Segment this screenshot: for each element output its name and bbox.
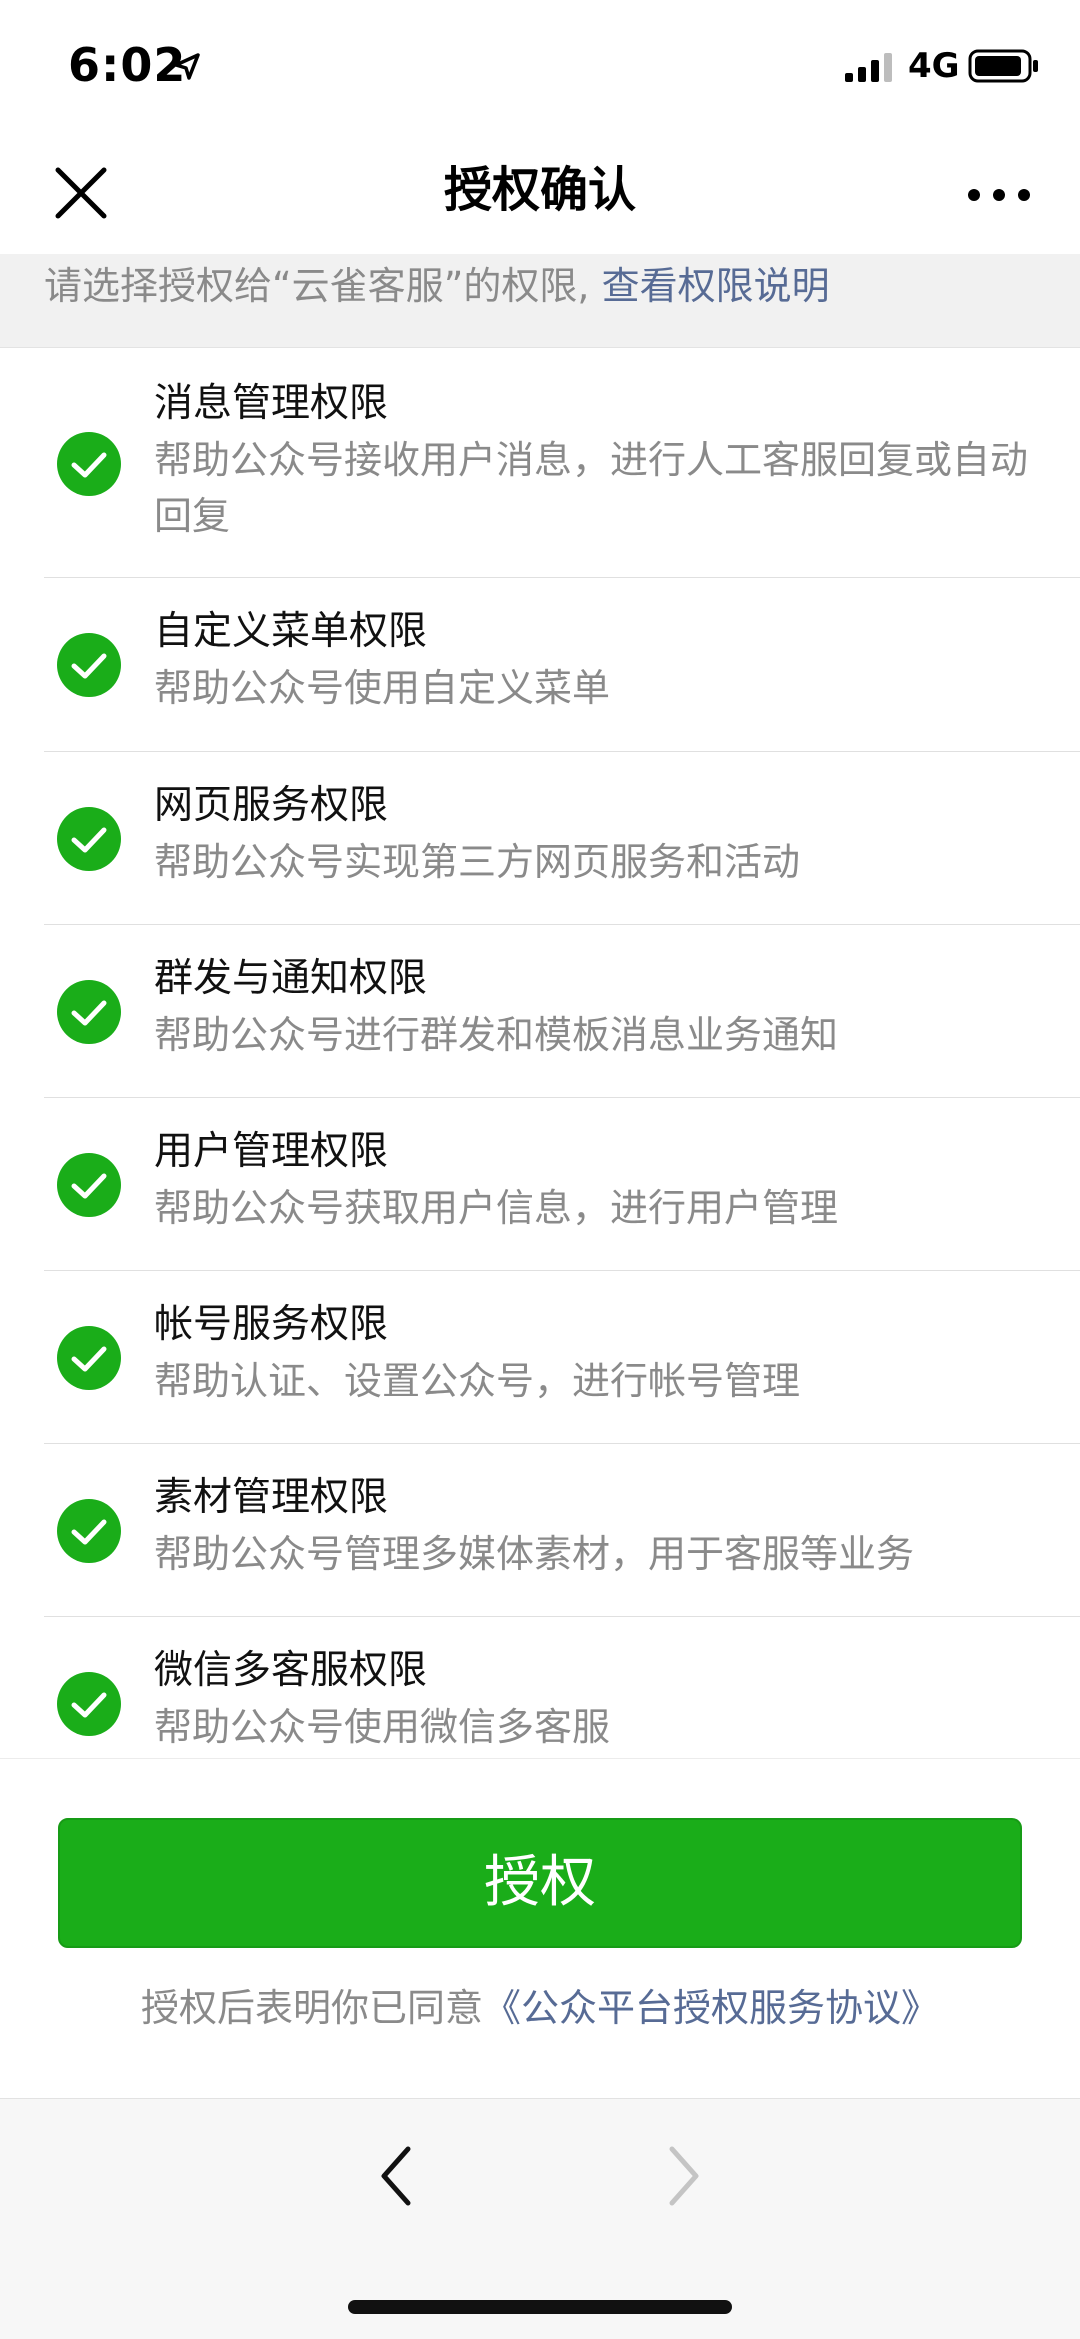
network-type: 4G [908,46,960,86]
signal-strength-icon [845,53,892,82]
page-title: 授权确认 [443,162,636,218]
permission-desc: 帮助公众号实现第三方网页服务和活动 [154,840,801,884]
check-circle-icon[interactable] [56,1152,122,1218]
permission-title: 帐号服务权限 [154,1302,389,1347]
check-circle-icon[interactable] [56,431,122,497]
authorize-button[interactable]: 授权 [58,1818,1022,1948]
check-circle-icon[interactable] [56,632,122,698]
permission-desc: 帮助公众号接收用户消息，进行人工客服回复或自动回复 [154,438,1029,538]
permission-title: 微信多客服权限 [154,1648,428,1693]
home-indicator[interactable] [348,2300,732,2314]
permission-title: 网页服务权限 [154,783,389,828]
view-permission-details-link[interactable]: 查看权限说明 [602,264,830,308]
authorization-page: 6:02 4G 授权确认 请选择授权给“云雀客服”的权限, 查看权限说明 消息管… [0,0,1080,2339]
nav-bar: 授权确认 [0,130,1080,254]
permission-list: 消息管理权限 帮助公众号接收用户消息，进行人工客服回复或自动回复 自定义菜单权限… [0,348,1080,1758]
battery-icon [968,49,1038,83]
check-circle-icon[interactable] [56,1498,122,1564]
more-dots-icon[interactable] [964,170,1034,220]
check-circle-icon[interactable] [56,1671,122,1737]
permission-item-user-management[interactable]: 用户管理权限 帮助公众号获取用户信息，进行用户管理 [0,1098,1080,1271]
permission-title: 自定义菜单权限 [154,609,428,654]
agreement-line: 授权后表明你已同意《公众平台授权服务协议》 [0,1980,1080,2036]
service-agreement-link[interactable]: 《公众平台授权服务协议》 [483,1986,939,2030]
status-bar: 6:02 4G [0,0,1080,130]
permission-title: 消息管理权限 [154,381,389,426]
check-circle-icon[interactable] [56,979,122,1045]
permission-title: 用户管理权限 [154,1129,389,1174]
permission-item-account-service[interactable]: 帐号服务权限 帮助认证、设置公众号，进行帐号管理 [0,1271,1080,1444]
permission-item-broadcast[interactable]: 群发与通知权限 帮助公众号进行群发和模板消息业务通知 [0,925,1080,1098]
permission-desc: 帮助公众号使用微信多客服 [154,1705,611,1749]
agreement-prefix: 授权后表明你已同意 [140,1986,483,2030]
permission-desc: 帮助认证、设置公众号，进行帐号管理 [154,1359,801,1403]
check-circle-icon[interactable] [56,1325,122,1391]
hint-text: 请选择授权给“云雀客服”的权限, [44,264,590,308]
permission-desc: 帮助公众号获取用户信息，进行用户管理 [154,1186,839,1230]
check-circle-icon[interactable] [56,806,122,872]
permission-item-multi-customer-service[interactable]: 微信多客服权限 帮助公众号使用微信多客服 [0,1617,1080,1758]
permission-title: 群发与通知权限 [154,956,428,1001]
chevron-right-icon [669,2146,699,2206]
permission-item-material-management[interactable]: 素材管理权限 帮助公众号管理多媒体素材，用于客服等业务 [0,1444,1080,1617]
permission-desc: 帮助公众号使用自定义菜单 [154,666,611,710]
permission-item-web-service[interactable]: 网页服务权限 帮助公众号实现第三方网页服务和活动 [0,752,1080,925]
permission-item-message[interactable]: 消息管理权限 帮助公众号接收用户消息，进行人工客服回复或自动回复 [0,348,1080,578]
permission-item-custom-menu[interactable]: 自定义菜单权限 帮助公众号使用自定义菜单 [0,578,1080,752]
status-time: 6:02 [68,38,187,92]
footer-divider [0,1758,1080,1759]
permission-desc: 帮助公众号进行群发和模板消息业务通知 [154,1013,839,1057]
permission-title: 素材管理权限 [154,1475,389,1520]
permission-desc: 帮助公众号管理多媒体素材，用于客服等业务 [154,1532,915,1576]
chevron-left-icon[interactable] [372,2141,422,2211]
location-arrow-icon [174,53,200,80]
permission-hint: 请选择授权给“云雀客服”的权限, 查看权限说明 [0,254,1080,348]
